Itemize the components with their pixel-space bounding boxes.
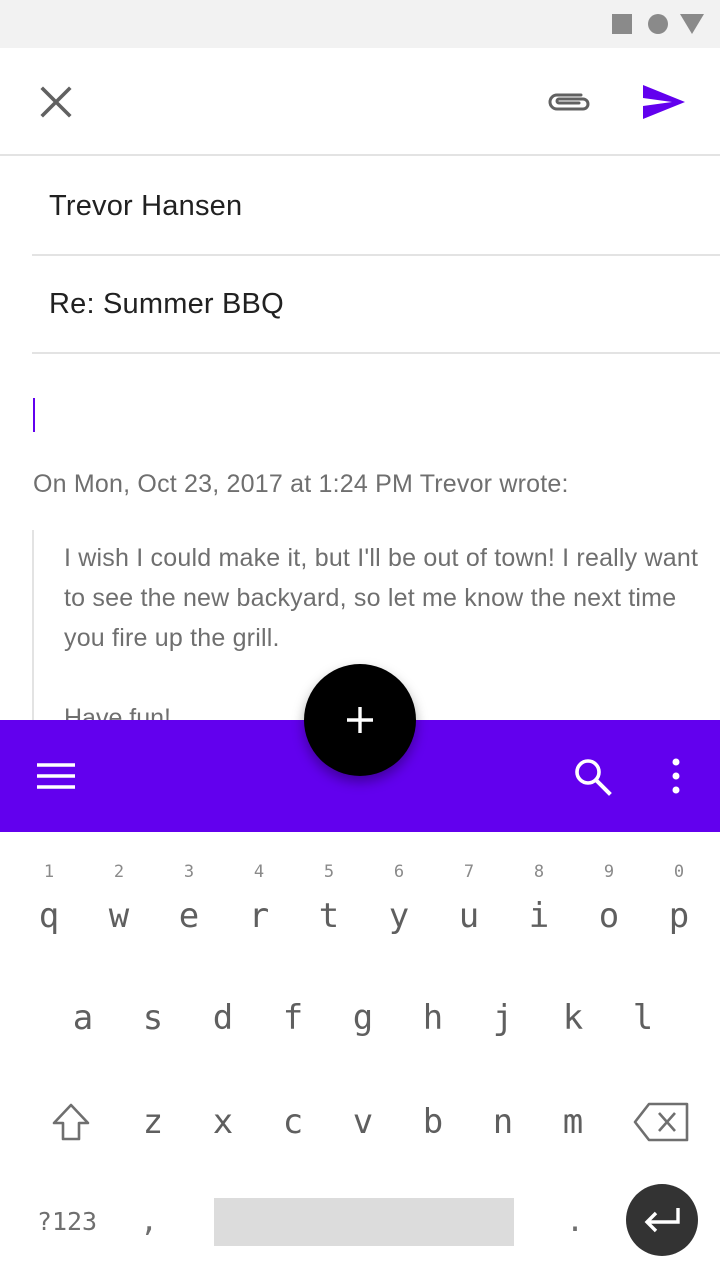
comma-key[interactable]: ,: [124, 1196, 174, 1246]
key-hint: 3: [183, 862, 195, 882]
key-hint: 8: [533, 862, 545, 882]
key-q[interactable]: 1 q: [14, 832, 84, 936]
key-hint: 5: [323, 862, 335, 882]
attach-button[interactable]: [536, 72, 600, 132]
key-z[interactable]: z: [118, 1072, 188, 1172]
key-label: y: [388, 896, 410, 936]
key-v[interactable]: v: [328, 1072, 398, 1172]
shift-key[interactable]: [36, 1072, 106, 1172]
close-button[interactable]: [26, 72, 86, 132]
key-p[interactable]: 0 p: [644, 832, 714, 936]
key-x[interactable]: x: [188, 1072, 258, 1172]
key-hint: 2: [113, 862, 125, 882]
key-h[interactable]: h: [398, 968, 468, 1068]
key-hint: 9: [603, 862, 615, 882]
compose-toolbar: [0, 48, 720, 156]
add-fab-button[interactable]: [304, 664, 416, 776]
enter-icon: [644, 1208, 680, 1233]
key-r[interactable]: 4 r: [224, 832, 294, 936]
quote-header: On Mon, Oct 23, 2017 at 1:24 PM Trevor w…: [33, 470, 569, 498]
recipient-name: Trevor Hansen: [49, 189, 243, 222]
key-hint: 4: [253, 862, 265, 882]
key-e[interactable]: 3 e: [154, 832, 224, 936]
key-m[interactable]: m: [538, 1072, 608, 1172]
more-vert-icon: [672, 758, 680, 794]
key-w[interactable]: 2 w: [84, 832, 154, 936]
key-c[interactable]: c: [258, 1072, 328, 1172]
key-label: e: [178, 896, 200, 936]
quoted-body: I wish I could make it, but I'll be out …: [64, 544, 699, 652]
key-t[interactable]: 5 t: [294, 832, 364, 936]
key-b[interactable]: b: [398, 1072, 468, 1172]
backspace-key[interactable]: [626, 1072, 696, 1172]
key-s[interactable]: s: [118, 968, 188, 1068]
send-icon: [643, 85, 685, 119]
symbols-key[interactable]: ?123: [20, 1196, 114, 1246]
key-d[interactable]: d: [188, 968, 258, 1068]
recents-icon: [612, 14, 632, 34]
key-label: r: [248, 896, 270, 936]
key-label: o: [598, 896, 620, 936]
key-label: t: [318, 896, 340, 936]
send-button[interactable]: [634, 72, 694, 132]
search-icon: [575, 759, 612, 796]
menu-button[interactable]: [26, 746, 86, 806]
key-j[interactable]: j: [468, 968, 538, 1068]
quoted-signoff: Have fun!: [64, 704, 172, 720]
key-label: i: [528, 896, 550, 936]
menu-icon: [37, 763, 75, 789]
key-hint: 7: [463, 862, 475, 882]
key-hint: 6: [393, 862, 405, 882]
key-l[interactable]: l: [608, 968, 678, 1068]
to-field[interactable]: Trevor Hansen: [32, 158, 720, 256]
search-button[interactable]: [562, 746, 622, 806]
key-i[interactable]: 8 i: [504, 832, 574, 936]
text-cursor: [33, 398, 35, 432]
key-n[interactable]: n: [468, 1072, 538, 1172]
key-label: q: [38, 896, 60, 936]
backspace-icon: [633, 1102, 689, 1142]
key-y[interactable]: 6 y: [364, 832, 434, 936]
key-hint: 1: [43, 862, 55, 882]
paperclip-icon: [548, 93, 590, 111]
shift-icon: [52, 1103, 90, 1141]
key-label: p: [668, 896, 690, 936]
on-screen-keyboard: 1 q 2 w 3 e 4 r 5 t 6 y 7 u 8 i 9 o 0 p …: [0, 832, 720, 1280]
key-label: w: [108, 896, 130, 936]
key-label: u: [458, 896, 480, 936]
key-k[interactable]: k: [538, 968, 608, 1068]
enter-key[interactable]: [626, 1184, 698, 1256]
back-icon: [680, 14, 704, 34]
close-icon: [40, 86, 72, 118]
home-icon: [648, 14, 668, 34]
key-g[interactable]: g: [328, 968, 398, 1068]
subject-field[interactable]: Re: Summer BBQ: [32, 256, 720, 354]
key-hint: 0: [673, 862, 685, 882]
subject-text: Re: Summer BBQ: [49, 287, 284, 320]
key-o[interactable]: 9 o: [574, 832, 644, 936]
key-f[interactable]: f: [258, 968, 328, 1068]
status-bar: [0, 0, 720, 48]
period-key[interactable]: .: [550, 1196, 600, 1246]
key-a[interactable]: a: [48, 968, 118, 1068]
more-options-button[interactable]: [648, 746, 704, 806]
space-key[interactable]: [214, 1198, 514, 1246]
key-u[interactable]: 7 u: [434, 832, 504, 936]
plus-icon: [347, 707, 373, 733]
